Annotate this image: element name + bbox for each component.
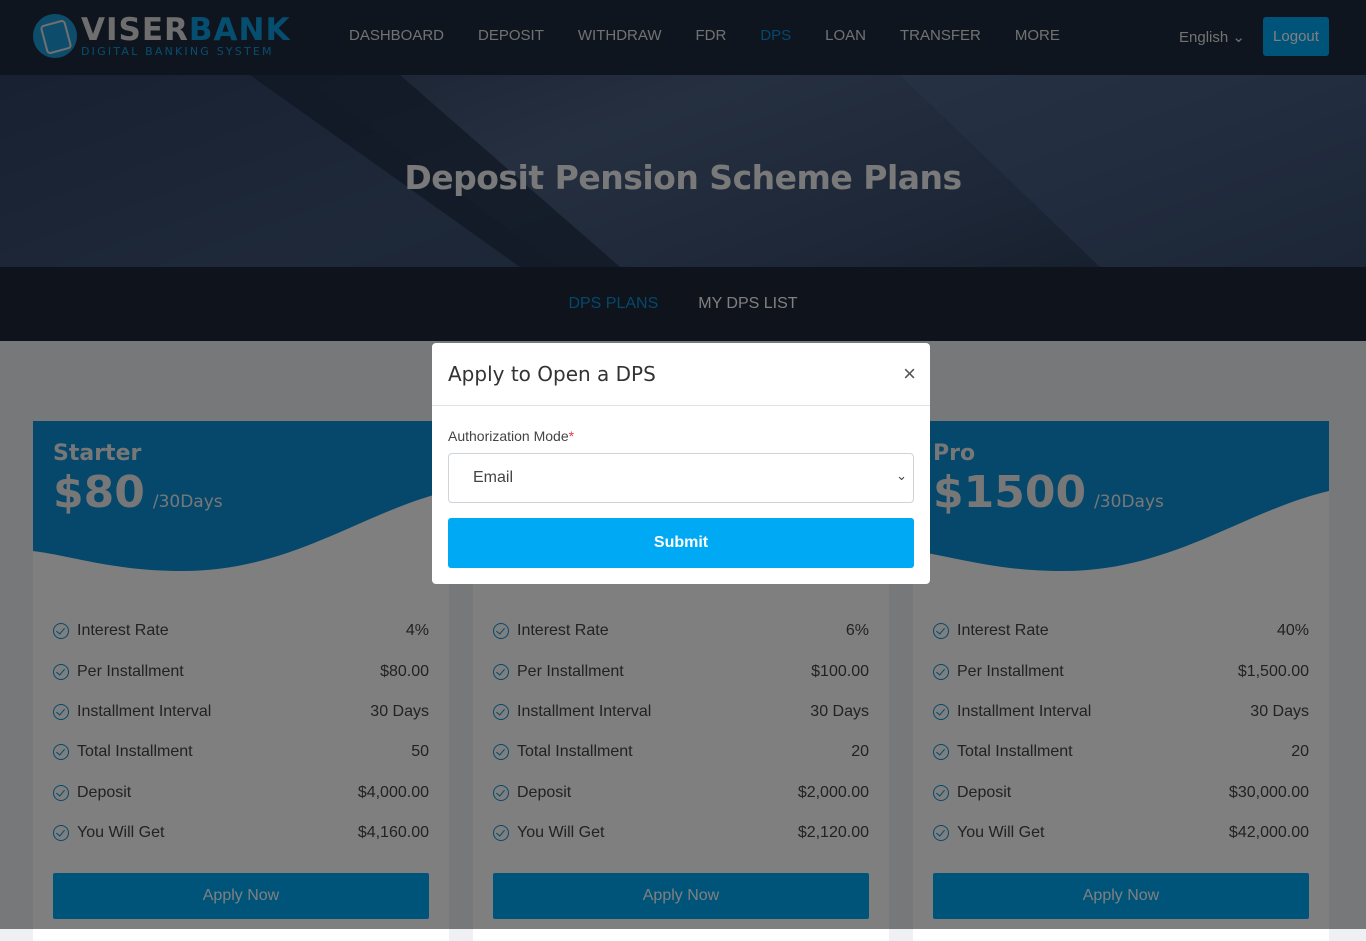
required-mark: * — [568, 428, 575, 444]
authorization-mode-select[interactable]: Email ⌄ — [448, 453, 914, 503]
apply-dps-modal: Apply to Open a DPS × Authorization Mode… — [432, 343, 930, 584]
close-icon[interactable]: × — [903, 361, 916, 387]
submit-button[interactable]: Submit — [448, 518, 914, 568]
selected-value: Email — [473, 469, 514, 486]
authorization-mode-label: Authorization Mode* — [448, 428, 574, 444]
modal-title: Apply to Open a DPS — [448, 362, 656, 386]
chevron-down-icon: ⌄ — [896, 468, 907, 483]
label-text: Authorization Mode — [448, 428, 569, 444]
